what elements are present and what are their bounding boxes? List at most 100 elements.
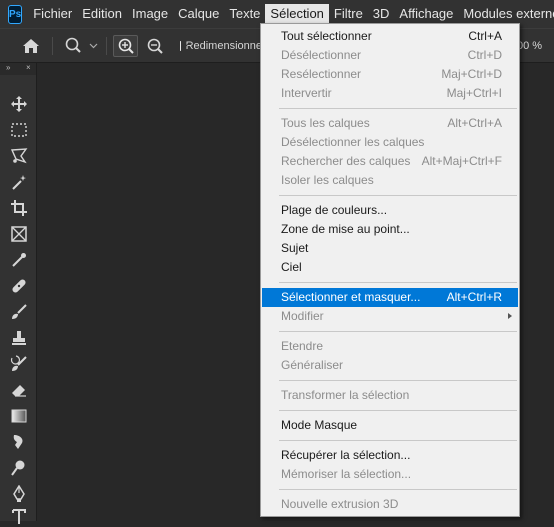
menu-item-label: Tout sélectionner <box>281 29 372 43</box>
menu-item-label: Intervertir <box>281 86 332 100</box>
collapse-panel-icon[interactable]: » <box>6 63 10 72</box>
menu-selection[interactable]: Sélection <box>265 4 329 24</box>
menu-item-label: Désélectionner les calques <box>281 135 425 149</box>
home-icon <box>23 39 39 53</box>
close-panel-icon[interactable]: × <box>26 63 31 72</box>
menu-item-label: Nouvelle extrusion 3D <box>281 497 399 511</box>
menu-item-label: Mode Masque <box>281 418 358 432</box>
checkbox-checked-icon <box>180 41 181 51</box>
zoom-in-icon <box>118 38 134 54</box>
type-icon[interactable] <box>8 505 30 527</box>
healing-brush-icon[interactable] <box>8 275 30 297</box>
menu-3d[interactable]: 3D <box>368 4 395 24</box>
menu-fichier[interactable]: Fichier <box>28 4 77 24</box>
menu-item-shortcut: Alt+Ctrl+R <box>446 290 502 304</box>
toolbox-header: » × <box>0 63 36 75</box>
menu-item-tout-selectionner[interactable]: Tout sélectionner Ctrl+A <box>262 27 518 46</box>
move-tool-icon[interactable] <box>8 93 30 115</box>
zoom-in-button[interactable] <box>113 35 138 57</box>
menu-item-label: Zone de mise au point... <box>281 222 410 236</box>
menu-divider <box>279 380 517 381</box>
toolbox: » × <box>0 63 37 524</box>
history-brush-icon[interactable] <box>8 353 30 375</box>
zoom-tool-preset-button[interactable] <box>61 35 101 57</box>
home-button[interactable] <box>18 35 44 57</box>
eyedropper-icon[interactable] <box>8 249 30 271</box>
menu-item-modifier[interactable]: Modifier <box>262 307 518 326</box>
menu-divider <box>279 489 517 490</box>
menu-item-shortcut: Maj+Ctrl+I <box>446 86 502 100</box>
menu-item-nouvelle-extrusion-3d[interactable]: Nouvelle extrusion 3D <box>262 495 518 514</box>
menu-item-sujet[interactable]: Sujet <box>262 239 518 258</box>
menu-divider <box>279 331 517 332</box>
menu-item-tous-les-calques[interactable]: Tous les calques Alt+Ctrl+A <box>262 114 518 133</box>
zoom-preset-icon <box>65 37 98 53</box>
magic-wand-icon[interactable] <box>8 171 30 193</box>
menu-item-shortcut: Ctrl+A <box>468 29 502 43</box>
menu-item-label: Rechercher des calques <box>281 154 411 168</box>
menu-item-label: Transformer la sélection <box>281 388 410 402</box>
menu-item-deselectionner-les-calques[interactable]: Désélectionner les calques <box>262 133 518 152</box>
eraser-icon[interactable] <box>8 379 30 401</box>
menu-affichage[interactable]: Affichage <box>394 4 458 24</box>
menu-item-generaliser[interactable]: Généraliser <box>262 356 518 375</box>
menu-item-label: Sujet <box>281 241 309 255</box>
clone-stamp-icon[interactable] <box>8 327 30 349</box>
menu-item-label: Modifier <box>281 309 324 323</box>
gradient-icon[interactable] <box>8 405 30 427</box>
menu-item-intervertir[interactable]: Intervertir Maj+Ctrl+I <box>262 84 518 103</box>
menu-image[interactable]: Image <box>127 4 173 24</box>
menu-divider <box>279 410 517 411</box>
menu-item-label: Généraliser <box>281 358 344 372</box>
menu-item-shortcut: Ctrl+D <box>467 48 502 62</box>
menu-item-shortcut: Maj+Ctrl+D <box>441 67 502 81</box>
menu-divider <box>279 440 517 441</box>
menu-item-transformer-la-selection[interactable]: Transformer la sélection <box>262 386 518 405</box>
menu-item-etendre[interactable]: Etendre <box>262 337 518 356</box>
menu-item-zone-de-mise-au-point[interactable]: Zone de mise au point... <box>262 220 518 239</box>
zoom-out-icon <box>147 38 163 54</box>
menu-divider <box>279 195 517 196</box>
frame-icon[interactable] <box>8 223 30 245</box>
menu-item-label: Désélectionner <box>281 48 362 62</box>
submenu-arrow-icon <box>508 313 512 319</box>
menu-items: Fichier Edition Image Calque Texte Sélection F… <box>28 4 554 24</box>
pen-icon[interactable] <box>8 483 30 505</box>
menu-item-plage-de-couleurs[interactable]: Plage de couleurs... <box>262 201 518 220</box>
zoom-percent-field[interactable]: 00 % <box>517 40 542 52</box>
rectangular-marquee-icon[interactable] <box>8 119 30 141</box>
menu-calque[interactable]: Calque <box>173 4 224 24</box>
resize-windows-label: Redimensionne <box>185 40 262 52</box>
smudge-icon[interactable] <box>8 431 30 453</box>
menu-item-recuperer-la-selection[interactable]: Récupérer la sélection... <box>262 446 518 465</box>
menu-item-shortcut: Alt+Ctrl+A <box>447 116 502 130</box>
menu-texte[interactable]: Texte <box>224 4 265 24</box>
menu-item-mode-masque[interactable]: Mode Masque <box>262 416 518 435</box>
separator <box>52 37 53 55</box>
menu-modules-externes[interactable]: Modules externes <box>458 4 554 24</box>
menu-filtre[interactable]: Filtre <box>329 4 368 24</box>
menu-item-rechercher-des-calques[interactable]: Rechercher des calques Alt+Maj+Ctrl+F <box>262 152 518 171</box>
photoshop-logo: Ps <box>8 4 23 24</box>
menu-divider <box>279 282 517 283</box>
separator <box>106 37 107 55</box>
menu-item-memoriser-la-selection[interactable]: Mémoriser la sélection... <box>262 465 518 484</box>
menu-item-isoler-les-calques[interactable]: Isoler les calques <box>262 171 518 190</box>
menu-item-selectionner-et-masquer[interactable]: Sélectionner et masquer... Alt+Ctrl+R <box>262 288 518 307</box>
lasso-icon[interactable] <box>8 145 30 167</box>
menu-item-label: Ciel <box>281 260 302 274</box>
menu-divider <box>279 108 517 109</box>
menu-item-shortcut: Alt+Maj+Ctrl+F <box>421 154 502 168</box>
brush-icon[interactable] <box>8 301 30 323</box>
dodge-icon[interactable] <box>8 457 30 479</box>
zoom-out-button[interactable] <box>142 35 167 57</box>
menu-edition[interactable]: Edition <box>77 4 127 24</box>
selection-menu-dropdown: Tout sélectionner Ctrl+A Désélectionner Ctr… <box>260 23 520 517</box>
menu-item-ciel[interactable]: Ciel <box>262 258 518 277</box>
menu-item-deselectionner[interactable]: Désélectionner Ctrl+D <box>262 46 518 65</box>
menu-item-label: Tous les calques <box>281 116 370 130</box>
crop-icon[interactable] <box>8 197 30 219</box>
menu-item-label: Récupérer la sélection... <box>281 448 411 462</box>
resize-windows-checkbox[interactable]: Redimensionne <box>180 35 262 57</box>
menu-item-reselectionner[interactable]: Resélectionner Maj+Ctrl+D <box>262 65 518 84</box>
